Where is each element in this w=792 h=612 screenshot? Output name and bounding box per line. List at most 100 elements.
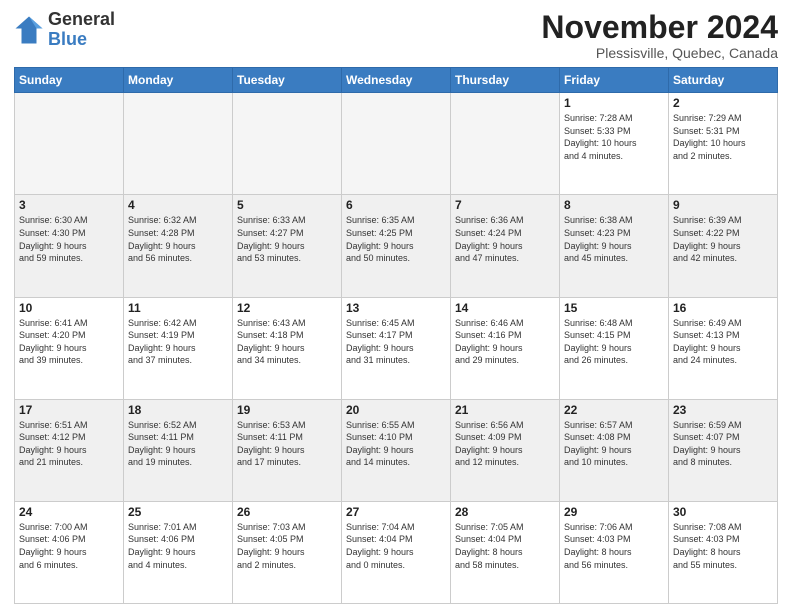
calendar-table: Sunday Monday Tuesday Wednesday Thursday… xyxy=(14,67,778,604)
table-row: 28Sunrise: 7:05 AM Sunset: 4:04 PM Dayli… xyxy=(451,501,560,603)
day-info: Sunrise: 6:39 AM Sunset: 4:22 PM Dayligh… xyxy=(673,214,773,264)
page: General Blue November 2024 Plessisville,… xyxy=(0,0,792,612)
day-info: Sunrise: 6:53 AM Sunset: 4:11 PM Dayligh… xyxy=(237,419,337,469)
day-number: 12 xyxy=(237,301,337,315)
day-info: Sunrise: 6:36 AM Sunset: 4:24 PM Dayligh… xyxy=(455,214,555,264)
day-info: Sunrise: 7:03 AM Sunset: 4:05 PM Dayligh… xyxy=(237,521,337,571)
day-number: 8 xyxy=(564,198,664,212)
logo-blue-text: Blue xyxy=(48,30,115,50)
table-row: 16 Sunrise: 6:49 AM Sunset: 4:13 PM Dayli… xyxy=(669,297,778,399)
table-row: 20Sunrise: 6:55 AM Sunset: 4:10 PM Dayli… xyxy=(342,399,451,501)
calendar-header-row: Sunday Monday Tuesday Wednesday Thursday… xyxy=(15,68,778,93)
table-row: 1Sunrise: 7:28 AM Sunset: 5:33 PM Daylig… xyxy=(560,93,669,195)
table-row: 14Sunrise: 6:46 AM Sunset: 4:16 PM Dayli… xyxy=(451,297,560,399)
day-info: Sunrise: 6:49 AM Sunset: 4:13 PM Dayligh… xyxy=(673,317,773,367)
day-info: Sunrise: 7:01 AM Sunset: 4:06 PM Dayligh… xyxy=(128,521,228,571)
logo-general-text: General xyxy=(48,10,115,30)
table-row xyxy=(124,93,233,195)
day-info: Sunrise: 7:06 AM Sunset: 4:03 PM Dayligh… xyxy=(564,521,664,571)
day-number: 23 xyxy=(673,403,773,417)
table-row xyxy=(233,93,342,195)
location: Plessisville, Quebec, Canada xyxy=(541,45,778,61)
day-number: 29 xyxy=(564,505,664,519)
table-row: 25Sunrise: 7:01 AM Sunset: 4:06 PM Dayli… xyxy=(124,501,233,603)
day-info: Sunrise: 7:04 AM Sunset: 4:04 PM Dayligh… xyxy=(346,521,446,571)
day-number: 6 xyxy=(346,198,446,212)
header-thursday: Thursday xyxy=(451,68,560,93)
day-info: Sunrise: 6:56 AM Sunset: 4:09 PM Dayligh… xyxy=(455,419,555,469)
table-row: 19 Sunrise: 6:53 AM Sunset: 4:11 PM Dayli… xyxy=(233,399,342,501)
table-row: 29 Sunrise: 7:06 AM Sunset: 4:03 PM Dayli… xyxy=(560,501,669,603)
day-info: Sunrise: 7:29 AM Sunset: 5:31 PM Dayligh… xyxy=(673,112,773,162)
header-wednesday: Wednesday xyxy=(342,68,451,93)
table-row: 30 Sunrise: 7:08 AM Sunset: 4:03 PM Dayli… xyxy=(669,501,778,603)
logo-text: General Blue xyxy=(48,10,115,50)
day-number: 15 xyxy=(564,301,664,315)
table-row: 15 Sunrise: 6:48 AM Sunset: 4:15 PM Dayli… xyxy=(560,297,669,399)
table-row: 13 Sunrise: 6:45 AM Sunset: 4:17 PM Dayli… xyxy=(342,297,451,399)
day-info: Sunrise: 6:42 AM Sunset: 4:19 PM Dayligh… xyxy=(128,317,228,367)
day-info: Sunrise: 6:48 AM Sunset: 4:15 PM Dayligh… xyxy=(564,317,664,367)
day-number: 21 xyxy=(455,403,555,417)
logo: General Blue xyxy=(14,10,115,50)
logo-icon xyxy=(14,15,44,45)
day-info: Sunrise: 6:57 AM Sunset: 4:08 PM Dayligh… xyxy=(564,419,664,469)
table-row: 10 Sunrise: 6:41 AM Sunset: 4:20 PM Dayli… xyxy=(15,297,124,399)
table-row: 2Sunrise: 7:29 AM Sunset: 5:31 PM Daylig… xyxy=(669,93,778,195)
table-row: 22 Sunrise: 6:57 AM Sunset: 4:08 PM Dayli… xyxy=(560,399,669,501)
day-info: Sunrise: 6:32 AM Sunset: 4:28 PM Dayligh… xyxy=(128,214,228,264)
day-number: 30 xyxy=(673,505,773,519)
day-info: Sunrise: 7:00 AM Sunset: 4:06 PM Dayligh… xyxy=(19,521,119,571)
table-row: 11 Sunrise: 6:42 AM Sunset: 4:19 PM Dayli… xyxy=(124,297,233,399)
day-number: 11 xyxy=(128,301,228,315)
day-info: Sunrise: 6:41 AM Sunset: 4:20 PM Dayligh… xyxy=(19,317,119,367)
day-number: 27 xyxy=(346,505,446,519)
day-number: 3 xyxy=(19,198,119,212)
day-info: Sunrise: 6:59 AM Sunset: 4:07 PM Dayligh… xyxy=(673,419,773,469)
day-info: Sunrise: 7:05 AM Sunset: 4:04 PM Dayligh… xyxy=(455,521,555,571)
calendar-row: 10 Sunrise: 6:41 AM Sunset: 4:20 PM Dayli… xyxy=(15,297,778,399)
table-row xyxy=(15,93,124,195)
day-number: 26 xyxy=(237,505,337,519)
day-number: 19 xyxy=(237,403,337,417)
table-row: 17Sunrise: 6:51 AM Sunset: 4:12 PM Dayli… xyxy=(15,399,124,501)
table-row: 9Sunrise: 6:39 AM Sunset: 4:22 PM Daylig… xyxy=(669,195,778,297)
table-row: 6 Sunrise: 6:35 AM Sunset: 4:25 PM Daylig… xyxy=(342,195,451,297)
day-info: Sunrise: 6:35 AM Sunset: 4:25 PM Dayligh… xyxy=(346,214,446,264)
day-number: 22 xyxy=(564,403,664,417)
table-row: 12 Sunrise: 6:43 AM Sunset: 4:18 PM Dayli… xyxy=(233,297,342,399)
table-row xyxy=(342,93,451,195)
day-number: 1 xyxy=(564,96,664,110)
table-row xyxy=(451,93,560,195)
day-info: Sunrise: 6:43 AM Sunset: 4:18 PM Dayligh… xyxy=(237,317,337,367)
day-number: 14 xyxy=(455,301,555,315)
calendar-row: 1Sunrise: 7:28 AM Sunset: 5:33 PM Daylig… xyxy=(15,93,778,195)
day-number: 16 xyxy=(673,301,773,315)
table-row: 26 Sunrise: 7:03 AM Sunset: 4:05 PM Dayli… xyxy=(233,501,342,603)
title-section: November 2024 Plessisville, Quebec, Cana… xyxy=(541,10,778,61)
table-row: 7 Sunrise: 6:36 AM Sunset: 4:24 PM Daylig… xyxy=(451,195,560,297)
day-number: 13 xyxy=(346,301,446,315)
table-row: 21 Sunrise: 6:56 AM Sunset: 4:09 PM Dayli… xyxy=(451,399,560,501)
header-saturday: Saturday xyxy=(669,68,778,93)
day-info: Sunrise: 7:08 AM Sunset: 4:03 PM Dayligh… xyxy=(673,521,773,571)
day-number: 7 xyxy=(455,198,555,212)
header-friday: Friday xyxy=(560,68,669,93)
day-number: 20 xyxy=(346,403,446,417)
day-number: 18 xyxy=(128,403,228,417)
month-title: November 2024 xyxy=(541,10,778,45)
top-section: General Blue November 2024 Plessisville,… xyxy=(14,10,778,61)
day-number: 10 xyxy=(19,301,119,315)
day-number: 5 xyxy=(237,198,337,212)
table-row: 18Sunrise: 6:52 AM Sunset: 4:11 PM Dayli… xyxy=(124,399,233,501)
day-info: Sunrise: 6:45 AM Sunset: 4:17 PM Dayligh… xyxy=(346,317,446,367)
header-sunday: Sunday xyxy=(15,68,124,93)
calendar-row: 24Sunrise: 7:00 AM Sunset: 4:06 PM Dayli… xyxy=(15,501,778,603)
header-tuesday: Tuesday xyxy=(233,68,342,93)
table-row: 23 Sunrise: 6:59 AM Sunset: 4:07 PM Dayli… xyxy=(669,399,778,501)
table-row: 24Sunrise: 7:00 AM Sunset: 4:06 PM Dayli… xyxy=(15,501,124,603)
table-row: 8Sunrise: 6:38 AM Sunset: 4:23 PM Daylig… xyxy=(560,195,669,297)
header-monday: Monday xyxy=(124,68,233,93)
day-number: 4 xyxy=(128,198,228,212)
table-row: 5Sunrise: 6:33 AM Sunset: 4:27 PM Daylig… xyxy=(233,195,342,297)
